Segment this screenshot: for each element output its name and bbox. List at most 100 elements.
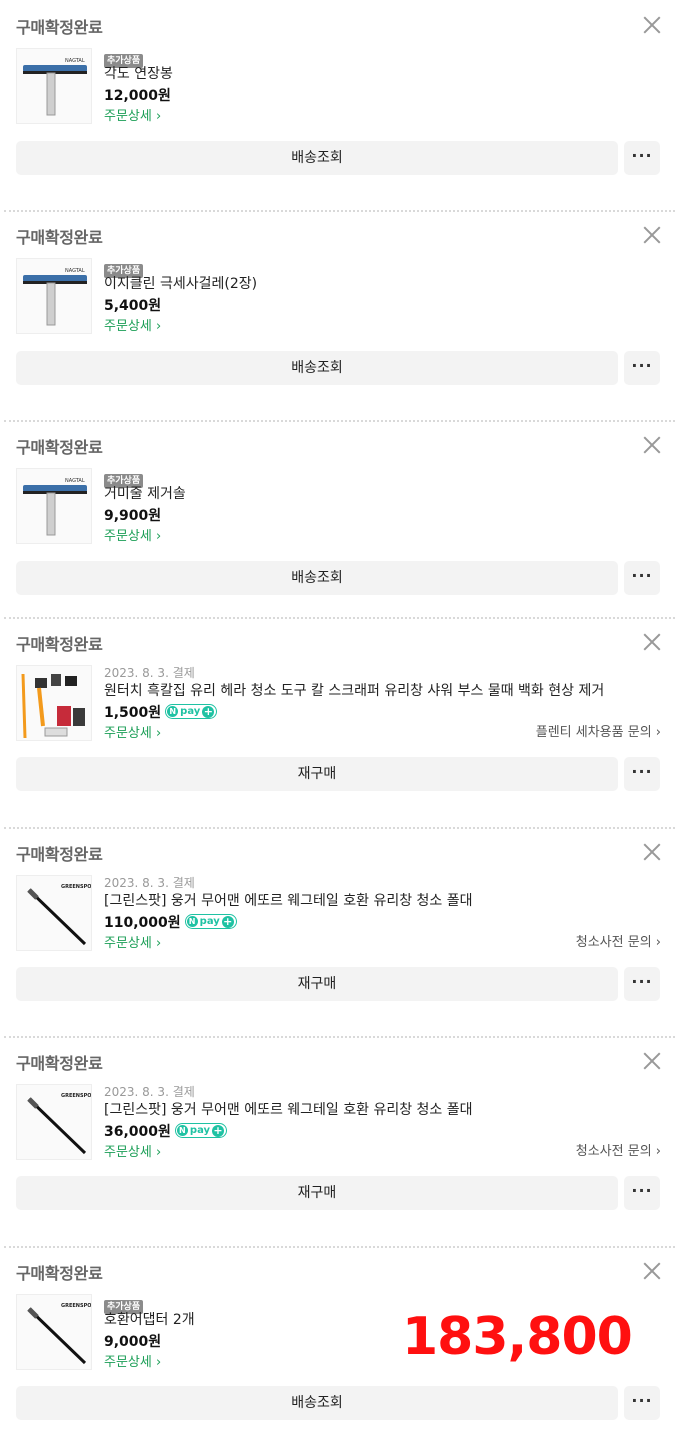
product-info: 2023. 8. 3. 결제 [그린스팟] 웅거 무어맨 에또르 웨그테일 호환 … bbox=[104, 875, 661, 954]
scraper-set-image bbox=[21, 673, 85, 739]
track-delivery-button[interactable]: 배송조회 bbox=[16, 1386, 618, 1420]
card-divider bbox=[4, 420, 675, 422]
pole-image: GREENSPOT bbox=[27, 1303, 91, 1365]
close-icon[interactable] bbox=[643, 1052, 661, 1070]
product-price: 9,900원 bbox=[104, 507, 162, 524]
track-delivery-button[interactable]: 배송조회 bbox=[16, 141, 618, 175]
product-info: 추가상품 거미줄 제거솔 9,900원 주문상세 › bbox=[104, 468, 661, 547]
product-name[interactable]: 원터치 흑칼집 유리 헤라 청소 도구 칼 스크래퍼 유리창 샤워 부스 물때 … bbox=[104, 681, 661, 701]
product-price: 9,000원 bbox=[104, 1333, 162, 1350]
product-name[interactable]: 거미줄 제거솔 bbox=[104, 484, 661, 504]
plus-icon: + bbox=[221, 914, 234, 928]
product-thumbnail[interactable]: GREENSPOT bbox=[16, 875, 92, 951]
order-status: 구매확정완료 bbox=[16, 1054, 103, 1073]
card-divider bbox=[4, 827, 675, 829]
track-delivery-button[interactable]: 배송조회 bbox=[16, 351, 618, 385]
payment-date: 2023. 8. 3. 결제 bbox=[104, 666, 195, 680]
squeegee-image: NAGTAL bbox=[23, 478, 87, 536]
svg-text:GREENSPOT: GREENSPOT bbox=[61, 884, 92, 890]
order-detail-link[interactable]: 주문상세 › bbox=[104, 1145, 161, 1160]
product-info: 추가상품 이지클린 극세사걸레(2장) 5,400원 주문상세 › bbox=[104, 258, 661, 337]
close-icon[interactable] bbox=[643, 843, 661, 861]
payment-date: 2023. 8. 3. 결제 bbox=[104, 1085, 195, 1099]
product-name[interactable]: [그린스팟] 웅거 무어맨 에또르 웨그테일 호환 유리창 청소 폴대 bbox=[104, 1100, 661, 1120]
product-thumbnail[interactable]: GREENSPOT bbox=[16, 1084, 92, 1160]
plus-icon: + bbox=[212, 1123, 225, 1137]
product-price: 110,000원 bbox=[104, 914, 181, 931]
npay-badge: Npay + bbox=[184, 914, 237, 929]
plus-icon: + bbox=[202, 704, 215, 718]
card-divider bbox=[4, 617, 675, 619]
rebuy-button[interactable]: 재구매 bbox=[16, 757, 618, 791]
more-options-button[interactable]: ··· bbox=[624, 141, 660, 175]
product-info: 2023. 8. 3. 결제 [그린스팟] 웅거 무어맨 에또르 웨그테일 호환 … bbox=[104, 1084, 661, 1163]
more-options-button[interactable]: ··· bbox=[624, 1386, 660, 1420]
card-divider bbox=[4, 1036, 675, 1038]
order-card: 구매확정완료 NAGTAL 추가상품 이지클린 극세사걸레(2장) 5,400원 주문… bbox=[0, 210, 679, 420]
order-card: 구매확정완료 NAGTAL 추가상품 거미줄 제거솔 9,900원 주문상세 › 배송조… bbox=[0, 420, 679, 617]
product-thumbnail[interactable] bbox=[16, 665, 92, 741]
order-status: 구매확정완료 bbox=[16, 438, 103, 457]
order-detail-link[interactable]: 주문상세 › bbox=[104, 109, 161, 124]
pole-image: GREENSPOT bbox=[27, 1093, 92, 1155]
card-divider bbox=[4, 1246, 675, 1248]
order-status: 구매확정완료 bbox=[16, 1264, 103, 1283]
seller-inquiry-link[interactable]: 청소사전 문의 › bbox=[576, 932, 661, 954]
product-info: 2023. 8. 3. 결제 원터치 흑칼집 유리 헤라 청소 도구 칼 스크래퍼… bbox=[104, 665, 661, 744]
product-name[interactable]: [그린스팟] 웅거 무어맨 에또르 웨그테일 호환 유리창 청소 폴대 bbox=[104, 891, 661, 911]
close-icon[interactable] bbox=[643, 436, 661, 454]
product-name[interactable]: 이지클린 극세사걸레(2장) bbox=[104, 274, 661, 294]
close-icon[interactable] bbox=[643, 633, 661, 651]
order-status: 구매확정완료 bbox=[16, 635, 103, 654]
squeegee-image: NAGTAL bbox=[23, 58, 87, 116]
order-card: 구매확정완료 GREENSPOT 2023. 8. 3. 결제 [그린스팟] 웅거… bbox=[0, 827, 679, 1036]
order-detail-link[interactable]: 주문상세 › bbox=[104, 1355, 161, 1370]
card-divider bbox=[4, 210, 675, 212]
product-info: 추가상품 각도 연장봉 12,000원 주문상세 › bbox=[104, 48, 661, 127]
product-thumbnail[interactable]: NAGTAL bbox=[16, 48, 92, 124]
order-detail-link[interactable]: 주문상세 › bbox=[104, 726, 161, 741]
more-options-button[interactable]: ··· bbox=[624, 1176, 660, 1210]
svg-text:NAGTAL: NAGTAL bbox=[65, 58, 85, 64]
npay-badge: Npay + bbox=[174, 1123, 228, 1138]
payment-date: 2023. 8. 3. 결제 bbox=[104, 876, 195, 890]
close-icon[interactable] bbox=[643, 16, 661, 34]
order-status: 구매확정완료 bbox=[16, 228, 103, 247]
product-price: 1,500원 bbox=[104, 704, 162, 721]
product-price: 5,400원 bbox=[104, 297, 162, 314]
track-delivery-button[interactable]: 배송조회 bbox=[16, 561, 618, 595]
product-name[interactable]: 각도 연장봉 bbox=[104, 64, 661, 84]
rebuy-button[interactable]: 재구매 bbox=[16, 1176, 618, 1210]
more-options-button[interactable]: ··· bbox=[624, 561, 660, 595]
order-detail-link[interactable]: 주문상세 › bbox=[104, 936, 161, 951]
order-card: 구매확정완료 2023. 8. 3. 결제 원터치 흑칼집 유리 헤라 청소 도구… bbox=[0, 617, 679, 827]
more-options-button[interactable]: ··· bbox=[624, 351, 660, 385]
more-options-button[interactable]: ··· bbox=[624, 757, 660, 791]
pole-image: GREENSPOT bbox=[27, 884, 92, 946]
seller-inquiry-link[interactable]: 플렌티 세차용품 문의 › bbox=[536, 722, 661, 744]
close-icon[interactable] bbox=[643, 226, 661, 244]
product-price: 12,000원 bbox=[104, 87, 171, 104]
seller-inquiry-link[interactable]: 청소사전 문의 › bbox=[576, 1141, 661, 1163]
order-detail-link[interactable]: 주문상세 › bbox=[104, 529, 161, 544]
product-thumbnail[interactable]: GREENSPOT bbox=[16, 1294, 92, 1370]
svg-text:NAGTAL: NAGTAL bbox=[65, 478, 85, 484]
order-detail-link[interactable]: 주문상세 › bbox=[104, 319, 161, 334]
close-icon[interactable] bbox=[643, 1262, 661, 1280]
order-card: 구매확정완료 GREENSPOT 2023. 8. 3. 결제 [그린스팟] 웅거… bbox=[0, 1036, 679, 1246]
order-card: 구매확정완료 NAGTAL 추가상품 각도 연장봉 12,000원 주문상세 › 배송조… bbox=[0, 0, 679, 210]
product-price: 36,000원 bbox=[104, 1123, 171, 1140]
order-status: 구매확정완료 bbox=[16, 18, 103, 37]
svg-text:NAGTAL: NAGTAL bbox=[65, 268, 85, 274]
order-status: 구매확정완료 bbox=[16, 845, 103, 864]
product-thumbnail[interactable]: NAGTAL bbox=[16, 258, 92, 334]
total-amount-overlay: 183,800 bbox=[402, 1307, 633, 1367]
npay-n-icon: N bbox=[186, 916, 198, 927]
squeegee-image: NAGTAL bbox=[23, 268, 87, 326]
rebuy-button[interactable]: 재구매 bbox=[16, 967, 618, 1001]
svg-text:GREENSPOT: GREENSPOT bbox=[61, 1093, 92, 1099]
more-options-button[interactable]: ··· bbox=[624, 967, 660, 1001]
product-thumbnail[interactable]: NAGTAL bbox=[16, 468, 92, 544]
npay-badge: Npay + bbox=[165, 704, 218, 719]
npay-n-icon: N bbox=[167, 706, 179, 717]
